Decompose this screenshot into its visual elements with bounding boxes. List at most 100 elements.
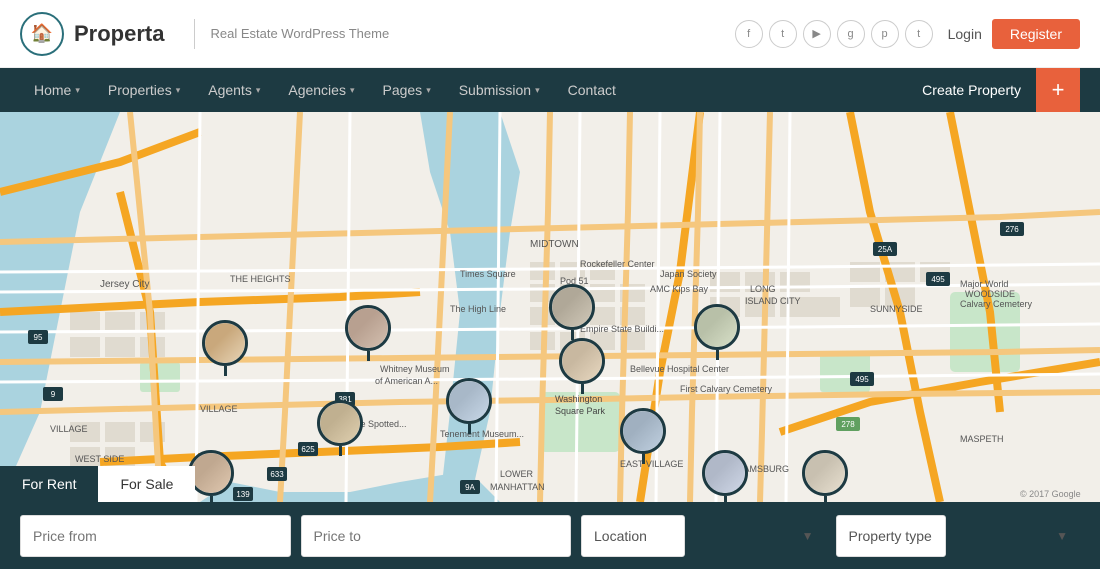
nav-properties[interactable]: Properties ▾ <box>94 68 194 112</box>
nav-home-arrow: ▾ <box>75 85 80 96</box>
register-button[interactable]: Register <box>992 19 1080 49</box>
svg-text:© 2017 Google: © 2017 Google <box>1020 489 1081 499</box>
search-bar: Location New York Los Angeles Chicago ▼ … <box>0 502 1100 569</box>
svg-text:LOWER: LOWER <box>500 469 534 479</box>
svg-text:Jersey City: Jersey City <box>100 279 149 290</box>
svg-text:278: 278 <box>841 420 855 429</box>
location-select-wrap: Location New York Los Angeles Chicago ▼ <box>581 515 826 557</box>
price-to-input[interactable] <box>301 515 572 557</box>
svg-text:MASPETH: MASPETH <box>960 434 1004 444</box>
nav-contact[interactable]: Contact <box>554 68 630 112</box>
svg-text:Rockefeller Center: Rockefeller Center <box>580 259 655 269</box>
svg-text:First Calvary Cemetery: First Calvary Cemetery <box>680 384 773 394</box>
svg-text:139: 139 <box>236 490 250 499</box>
nav-agencies-arrow: ▾ <box>350 85 355 96</box>
map-pin-10[interactable] <box>700 450 750 502</box>
svg-text:of American A...: of American A... <box>375 376 438 386</box>
svg-text:495: 495 <box>931 275 945 284</box>
logo-icon: 🏠 <box>20 12 64 56</box>
nav-properties-label: Properties <box>108 82 172 98</box>
svg-text:Japan Society: Japan Society <box>660 269 717 279</box>
navbar: Home ▾ Properties ▾ Agents ▾ Agencies ▾ … <box>0 68 1100 112</box>
svg-text:Square Park: Square Park <box>555 406 606 416</box>
svg-text:VILLAGE: VILLAGE <box>50 424 88 434</box>
property-type-select[interactable]: Property type House Apartment Office Stu… <box>836 515 946 557</box>
nav-pages-arrow: ▾ <box>426 85 431 96</box>
svg-text:Major World: Major World <box>960 279 1008 289</box>
nav-agencies-label: Agencies <box>288 82 346 98</box>
property-type-select-arrow: ▼ <box>1056 529 1068 543</box>
pinterest-icon[interactable]: p <box>871 20 899 48</box>
facebook-icon[interactable]: f <box>735 20 763 48</box>
nav-create: Create Property + <box>907 68 1080 112</box>
create-property-button[interactable]: Create Property <box>907 68 1036 112</box>
social-icons: f t ▶ g p t <box>735 20 933 48</box>
svg-text:MANHATTAN: MANHATTAN <box>490 482 545 492</box>
map-pin-4[interactable] <box>444 378 494 438</box>
header: 🏠 Properta Real Estate WordPress Theme f… <box>0 0 1100 68</box>
svg-text:MIDTOWN: MIDTOWN <box>530 239 579 250</box>
svg-text:LONG: LONG <box>750 284 776 294</box>
nav-contact-label: Contact <box>568 82 616 98</box>
nav-submission[interactable]: Submission ▾ <box>445 68 554 112</box>
nav-pages[interactable]: Pages ▾ <box>368 68 444 112</box>
svg-text:276: 276 <box>1005 225 1019 234</box>
svg-text:25A: 25A <box>878 245 893 254</box>
logo-text: Properta <box>74 21 164 47</box>
location-select[interactable]: Location New York Los Angeles Chicago <box>581 515 685 557</box>
twitter-icon[interactable]: t <box>769 20 797 48</box>
location-select-arrow: ▼ <box>802 529 814 543</box>
map-pin-2[interactable] <box>343 305 393 365</box>
svg-text:633: 633 <box>270 470 284 479</box>
svg-text:95: 95 <box>34 333 43 342</box>
svg-text:The High Line: The High Line <box>450 304 506 314</box>
logo-wrap: 🏠 Properta <box>20 12 164 56</box>
map-tabs: For Rent For Sale <box>0 466 195 502</box>
youtube-icon[interactable]: ▶ <box>803 20 831 48</box>
svg-text:WOODSIDE: WOODSIDE <box>965 289 1015 299</box>
price-from-input[interactable] <box>20 515 291 557</box>
svg-text:Times Square: Times Square <box>460 269 516 279</box>
map-pin-6[interactable] <box>557 338 607 398</box>
header-auth: Login Register <box>948 19 1080 49</box>
svg-text:9: 9 <box>51 390 56 399</box>
svg-text:SUNNYSIDE: SUNNYSIDE <box>870 304 923 314</box>
nav-agents[interactable]: Agents ▾ <box>194 68 274 112</box>
svg-text:WEST SIDE: WEST SIDE <box>75 454 124 464</box>
nav-agencies[interactable]: Agencies ▾ <box>274 68 368 112</box>
nav-properties-arrow: ▾ <box>176 85 181 96</box>
map-container: Jersey City WEST SIDE VILLAGE VILLAGE MI… <box>0 112 1100 502</box>
svg-text:ISLAND CITY: ISLAND CITY <box>745 296 801 306</box>
map-pin-11[interactable] <box>800 450 850 502</box>
nav-agents-label: Agents <box>208 82 252 98</box>
svg-text:625: 625 <box>301 445 315 454</box>
map-pin-7[interactable] <box>618 408 668 468</box>
map-pin-1[interactable] <box>200 320 250 380</box>
tagline: Real Estate WordPress Theme <box>210 26 734 41</box>
svg-text:Bellevue Hospital Center: Bellevue Hospital Center <box>630 364 729 374</box>
svg-text:9A: 9A <box>465 483 475 492</box>
svg-text:Whitney Museum: Whitney Museum <box>380 364 450 374</box>
tab-for-rent[interactable]: For Rent <box>0 466 98 502</box>
svg-text:VILLAGE: VILLAGE <box>200 404 238 414</box>
nav-submission-label: Submission <box>459 82 531 98</box>
nav-home-label: Home <box>34 82 71 98</box>
tumblr-icon[interactable]: t <box>905 20 933 48</box>
nav-pages-label: Pages <box>382 82 422 98</box>
svg-text:Calvary Cemetery: Calvary Cemetery <box>960 299 1033 309</box>
map-pin-5[interactable] <box>547 284 597 344</box>
svg-text:AMC Kips Bay: AMC Kips Bay <box>650 284 709 294</box>
nav-submission-arrow: ▾ <box>535 85 540 96</box>
tab-for-sale[interactable]: For Sale <box>98 466 195 502</box>
plus-button[interactable]: + <box>1036 68 1080 112</box>
map-pin-3[interactable] <box>315 400 365 460</box>
property-type-select-wrap: Property type House Apartment Office Stu… <box>836 515 1081 557</box>
login-button[interactable]: Login <box>948 26 982 42</box>
svg-text:THE HEIGHTS: THE HEIGHTS <box>230 274 291 284</box>
nav-agents-arrow: ▾ <box>256 85 261 96</box>
svg-text:495: 495 <box>855 375 869 384</box>
googleplus-icon[interactable]: g <box>837 20 865 48</box>
map-pin-8[interactable] <box>692 304 742 364</box>
nav-items: Home ▾ Properties ▾ Agents ▾ Agencies ▾ … <box>20 68 907 112</box>
nav-home[interactable]: Home ▾ <box>20 68 94 112</box>
